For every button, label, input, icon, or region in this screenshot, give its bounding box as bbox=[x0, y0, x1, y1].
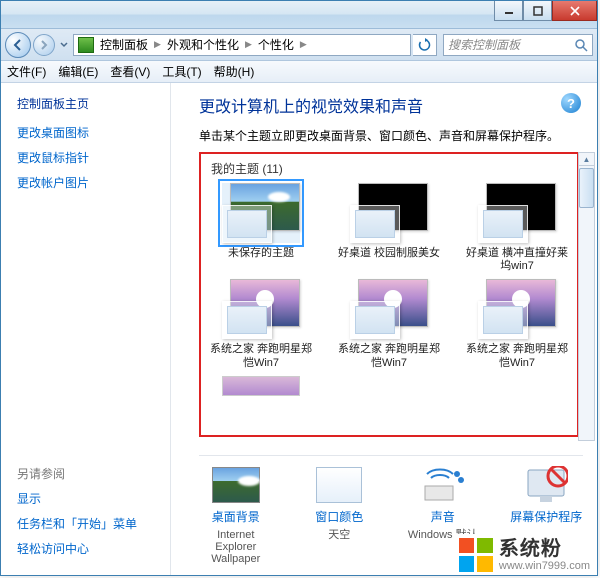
back-button[interactable] bbox=[5, 32, 31, 58]
footer-item-wallpaper[interactable]: 桌面背景 Internet Explorer Wallpaper bbox=[199, 466, 273, 565]
watermark-url: www.win7999.com bbox=[499, 560, 590, 572]
theme-item-partial[interactable] bbox=[209, 376, 313, 396]
maximize-button[interactable] bbox=[523, 1, 552, 21]
menu-item-view[interactable]: 查看(V) bbox=[110, 63, 150, 80]
theme-item[interactable]: 系统之家 奔跑明星郑恺Win7 bbox=[465, 279, 569, 369]
footer-link: 屏幕保护程序 bbox=[510, 508, 582, 525]
content-area: ? 更改计算机上的视觉效果和声音 单击某个主题立即更改桌面背景、窗口颜色、声音和… bbox=[171, 83, 597, 575]
page-subtitle: 单击某个主题立即更改桌面背景、窗口颜色、声音和屏幕保护程序。 bbox=[199, 127, 589, 144]
see-also-section: 另请参阅 显示 任务栏和「开始」菜单 轻松访问中心 bbox=[17, 465, 162, 565]
breadcrumb-separator-icon: ▶ bbox=[300, 39, 307, 50]
window: 控制面板 ▶ 外观和个性化 ▶ 个性化 ▶ 搜索控制面板 文件(F) 编辑(E)… bbox=[0, 0, 598, 576]
watermark-text: 系统粉 bbox=[499, 538, 590, 560]
page-title: 更改计算机上的视觉效果和声音 bbox=[199, 93, 589, 117]
footer-link: 窗口颜色 bbox=[315, 508, 363, 525]
sidebar-link-desktop-icons[interactable]: 更改桌面图标 bbox=[17, 124, 162, 141]
footer-sub: Internet Explorer Wallpaper bbox=[199, 529, 273, 565]
sidebar: 控制面板主页 更改桌面图标 更改鼠标指针 更改帐户图片 另请参阅 显示 任务栏和… bbox=[1, 83, 171, 575]
breadcrumb-separator-icon: ▶ bbox=[245, 39, 252, 50]
sound-icon bbox=[419, 466, 467, 504]
see-also-link-ease-of-access[interactable]: 轻松访问中心 bbox=[17, 540, 162, 557]
theme-label: 系统之家 奔跑明星郑恺Win7 bbox=[465, 343, 569, 369]
close-icon bbox=[569, 6, 581, 16]
breadcrumb[interactable]: 外观和个性化 bbox=[167, 36, 239, 53]
search-input[interactable]: 搜索控制面板 bbox=[443, 34, 593, 56]
sidebar-link-account-picture[interactable]: 更改帐户图片 bbox=[17, 174, 162, 191]
theme-thumbnail bbox=[350, 183, 428, 243]
titlebar bbox=[1, 1, 597, 29]
footer-link: 桌面背景 bbox=[212, 508, 260, 525]
see-also-link-display[interactable]: 显示 bbox=[17, 490, 162, 507]
forward-button[interactable] bbox=[33, 34, 55, 56]
breadcrumb[interactable]: 控制面板 bbox=[100, 36, 148, 53]
menu-bar: 文件(F) 编辑(E) 查看(V) 工具(T) 帮助(H) bbox=[1, 61, 597, 83]
theme-label: 未保存的主题 bbox=[228, 247, 294, 273]
watermark-logo-icon bbox=[459, 538, 493, 572]
breadcrumb[interactable]: 个性化 bbox=[258, 36, 294, 53]
watermark: 系统粉 www.win7999.com bbox=[455, 534, 594, 572]
theme-label: 好桌道 横冲直撞好莱坞win7 bbox=[465, 247, 569, 273]
search-placeholder: 搜索控制面板 bbox=[448, 36, 574, 53]
history-dropdown[interactable] bbox=[57, 32, 71, 58]
menu-item-file[interactable]: 文件(F) bbox=[7, 63, 46, 80]
theme-thumbnail bbox=[478, 183, 556, 243]
refresh-button[interactable] bbox=[413, 34, 437, 56]
menu-item-edit[interactable]: 编辑(E) bbox=[58, 63, 98, 80]
theme-item[interactable]: 系统之家 奔跑明星郑恺Win7 bbox=[337, 279, 441, 369]
theme-thumbnail bbox=[222, 376, 300, 396]
screensaver-icon bbox=[522, 466, 570, 504]
theme-thumbnail bbox=[350, 279, 428, 339]
scrollbar-thumb[interactable] bbox=[579, 168, 594, 208]
see-also-header: 另请参阅 bbox=[17, 465, 162, 482]
theme-thumbnail bbox=[478, 279, 556, 339]
question-icon: ? bbox=[567, 96, 575, 111]
refresh-icon bbox=[418, 38, 432, 52]
menu-item-help[interactable]: 帮助(H) bbox=[214, 63, 255, 80]
menu-item-tools[interactable]: 工具(T) bbox=[162, 63, 201, 80]
theme-item[interactable]: 未保存的主题 bbox=[209, 183, 313, 273]
help-button[interactable]: ? bbox=[561, 93, 581, 113]
sidebar-home-link[interactable]: 控制面板主页 bbox=[17, 95, 162, 112]
footer-item-window-color[interactable]: 窗口颜色 天空 bbox=[303, 466, 377, 565]
theme-item[interactable]: 好桌道 横冲直撞好莱坞win7 bbox=[465, 183, 569, 273]
theme-thumbnail bbox=[222, 183, 300, 243]
arrow-left-icon bbox=[12, 39, 24, 51]
maximize-icon bbox=[533, 6, 543, 16]
minimize-button[interactable] bbox=[494, 1, 523, 21]
theme-label: 系统之家 奔跑明星郑恺Win7 bbox=[209, 343, 313, 369]
theme-label: 好桌道 校园制服美女 bbox=[338, 247, 440, 273]
theme-item[interactable]: 系统之家 奔跑明星郑恺Win7 bbox=[209, 279, 313, 369]
theme-label: 系统之家 奔跑明星郑恺Win7 bbox=[337, 343, 441, 369]
breadcrumb-separator-icon: ▶ bbox=[154, 39, 161, 50]
see-also-link-taskbar[interactable]: 任务栏和「开始」菜单 bbox=[17, 515, 162, 532]
arrow-right-icon bbox=[39, 40, 49, 50]
themes-panel: 我的主题 (11) 未保存的主题 好桌道 校园制服美女 bbox=[199, 152, 579, 437]
theme-grid: 未保存的主题 好桌道 校园制服美女 好桌道 横冲直撞好莱坞win7 bbox=[209, 183, 577, 396]
footer-link: 声音 bbox=[431, 508, 455, 525]
theme-thumbnail bbox=[222, 279, 300, 339]
wallpaper-icon bbox=[212, 466, 260, 504]
navigation-bar: 控制面板 ▶ 外观和个性化 ▶ 个性化 ▶ 搜索控制面板 bbox=[1, 29, 597, 61]
footer-sub: 天空 bbox=[328, 529, 350, 541]
body: 控制面板主页 更改桌面图标 更改鼠标指针 更改帐户图片 另请参阅 显示 任务栏和… bbox=[1, 83, 597, 575]
sidebar-link-mouse-pointers[interactable]: 更改鼠标指针 bbox=[17, 149, 162, 166]
control-panel-icon bbox=[78, 37, 94, 53]
window-color-icon bbox=[315, 466, 363, 504]
chevron-down-icon bbox=[60, 42, 68, 48]
theme-item[interactable]: 好桌道 校园制服美女 bbox=[337, 183, 441, 273]
themes-section-label: 我的主题 (11) bbox=[211, 160, 577, 177]
address-bar[interactable]: 控制面板 ▶ 外观和个性化 ▶ 个性化 ▶ bbox=[73, 34, 411, 56]
scroll-up-button[interactable]: ▲ bbox=[578, 152, 595, 166]
minimize-icon bbox=[504, 6, 514, 16]
close-button[interactable] bbox=[552, 1, 597, 21]
search-icon bbox=[574, 38, 588, 52]
